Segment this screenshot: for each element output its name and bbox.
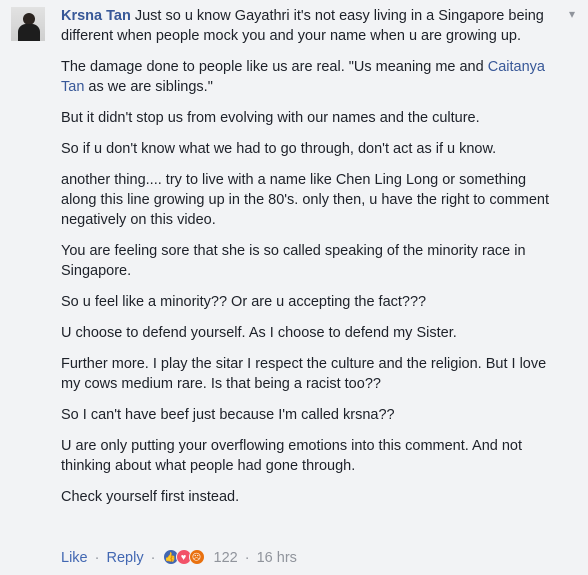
paragraph-text: The damage done to people like us are re… xyxy=(61,59,488,75)
comment-paragraph: So I can't have beef just because I'm ca… xyxy=(61,407,395,423)
comment-first-paragraph: Krsna Tan Just so u know Gayathri it's n… xyxy=(61,6,561,46)
comment-paragraph: Check yourself first instead. xyxy=(61,489,240,505)
comment-paragraph: U are only putting your overflowing emot… xyxy=(61,438,523,474)
comment-paragraph: But it didn't stop us from evolving with… xyxy=(61,110,480,126)
timestamp[interactable]: 16 hrs xyxy=(257,550,297,566)
avatar-body xyxy=(18,24,40,41)
like-button[interactable]: Like xyxy=(61,550,88,566)
separator: · xyxy=(94,550,100,566)
reactions-summary[interactable]: 👍 ♥ ☹ xyxy=(162,549,211,565)
separator: · xyxy=(150,550,156,566)
reply-button[interactable]: Reply xyxy=(107,550,144,566)
comment-paragraph: The damage done to people like us are re… xyxy=(61,57,561,97)
comment-body: Krsna Tan Just so u know Gayathri it's n… xyxy=(61,6,561,507)
comment-actions: Like · Reply · 👍 ♥ ☹ 122 · 16 hrs xyxy=(61,548,297,568)
angry-reaction-icon: ☹ xyxy=(188,549,205,565)
separator: · xyxy=(244,550,250,566)
reaction-count[interactable]: 122 xyxy=(214,550,238,566)
comment-paragraph: another thing.... try to live with a nam… xyxy=(61,172,550,228)
comment-paragraph: Further more. I play the sitar I respect… xyxy=(61,356,547,392)
comment-first-text: Just so u know Gayathri it's not easy li… xyxy=(61,8,544,44)
comment-paragraph: You are feeling sore that she is so call… xyxy=(61,243,526,279)
comment-paragraph: So if u don't know what we had to go thr… xyxy=(61,141,497,157)
author-avatar[interactable] xyxy=(11,7,45,41)
comment-paragraph: U choose to defend yourself. As I choose… xyxy=(61,325,457,341)
paragraph-text: as we are siblings." xyxy=(84,79,213,95)
comment-paragraph: So u feel like a minority?? Or are u acc… xyxy=(61,294,427,310)
comment-author[interactable]: Krsna Tan xyxy=(61,8,131,24)
chevron-down-icon[interactable]: ▾ xyxy=(565,7,579,21)
